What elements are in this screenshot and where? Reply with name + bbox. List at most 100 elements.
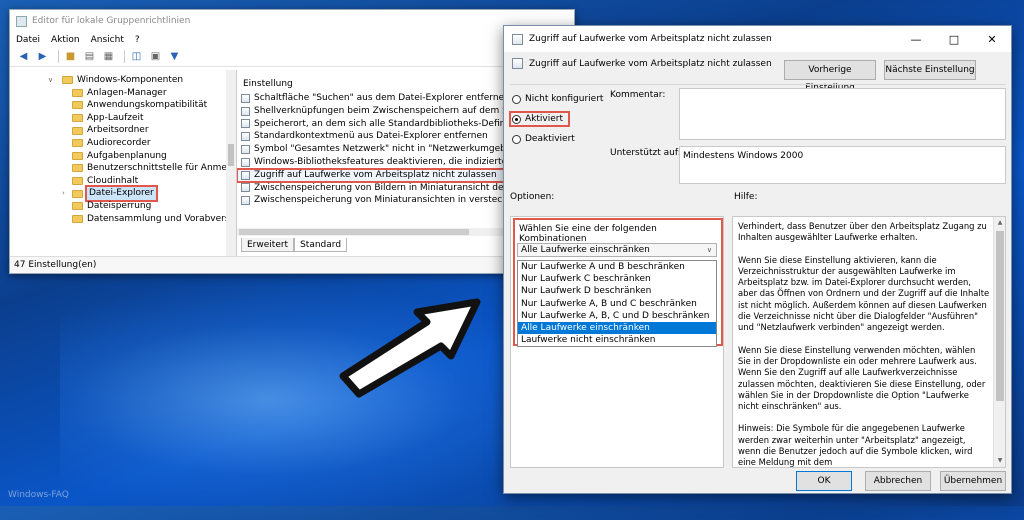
filter-icon[interactable]: ▼ bbox=[167, 50, 182, 64]
drive-restriction-group: Wählen Sie eine der folgenden Kombinatio… bbox=[513, 218, 723, 348]
menu-datei[interactable]: Datei bbox=[16, 35, 40, 45]
next-setting-button[interactable]: Nächste Einstellung bbox=[884, 60, 976, 80]
pointer-arrow-graphic bbox=[339, 298, 481, 398]
show-hide-tree-icon[interactable]: ▤ bbox=[82, 50, 97, 64]
tree-item-label: Benutzerschnittstelle für Anmeldeinforma… bbox=[87, 163, 236, 174]
policy-setting-icon bbox=[241, 132, 250, 142]
drive-restriction-select[interactable]: Alle Laufwerke einschränken ∨ bbox=[517, 243, 717, 257]
chevron-down-icon: ∨ bbox=[706, 246, 712, 254]
export-list-icon[interactable]: ▦ bbox=[101, 50, 116, 64]
dropdown-option[interactable]: Nur Laufwerk D beschränken bbox=[518, 285, 716, 297]
ok-button[interactable]: OK bbox=[796, 471, 852, 491]
dropdown-option[interactable]: Nur Laufwerk C beschränken bbox=[518, 273, 716, 285]
tree-item-label: Anlagen-Manager bbox=[87, 87, 167, 98]
policy-setting-icon bbox=[241, 106, 250, 116]
tree-item-label: Dateisperrung bbox=[87, 200, 152, 211]
comment-textarea[interactable] bbox=[679, 88, 1006, 140]
setting-label: Standardkontextmenü aus Datei-Explorer e… bbox=[254, 131, 488, 142]
properties-icon[interactable]: ▣ bbox=[148, 50, 163, 64]
dialog-titlebar[interactable]: Zugriff auf Laufwerke vom Arbeitsplatz n… bbox=[504, 26, 1011, 52]
tab-standard[interactable]: Standard bbox=[294, 238, 348, 252]
tree-item-label: Windows-Komponenten bbox=[77, 75, 184, 85]
scroll-up-icon[interactable]: ▲ bbox=[994, 217, 1005, 229]
tree-item-label: Arbeitsordner bbox=[87, 125, 149, 136]
tree-item-label: Cloudinhalt bbox=[87, 175, 139, 186]
policy-setting-icon bbox=[241, 93, 250, 103]
scrollbar-thumb[interactable] bbox=[239, 229, 469, 235]
dropdown-option[interactable]: Nur Laufwerke A und B beschränken bbox=[518, 261, 716, 273]
cancel-button[interactable]: Abbrechen bbox=[865, 471, 931, 491]
tree-item-aufgabenplanung[interactable]: Aufgabenplanung bbox=[10, 150, 226, 163]
radio-disabled[interactable]: Deaktiviert bbox=[512, 134, 575, 144]
folder-icon bbox=[62, 76, 73, 85]
menu-aktion[interactable]: Aktion bbox=[51, 35, 80, 45]
policy-setting-icon bbox=[241, 145, 250, 155]
help-text: Verhindert, dass Benutzer über den Arbei… bbox=[738, 221, 990, 467]
radio-enabled[interactable]: Aktiviert bbox=[509, 111, 570, 127]
tree-item-cloudinhalt[interactable]: Cloudinhalt bbox=[10, 175, 226, 188]
list-item-highlighted[interactable]: Zugriff auf Laufwerke vom Arbeitsplatz n… bbox=[237, 167, 506, 183]
desktop-background-glow bbox=[60, 280, 580, 520]
folder-icon bbox=[72, 202, 83, 211]
forward-arrow-icon[interactable]: ▶ bbox=[35, 50, 50, 64]
radio-not-configured[interactable]: Nicht konfiguriert bbox=[512, 94, 603, 104]
previous-setting-button[interactable]: Vorherige Einstellung bbox=[784, 60, 876, 93]
tree-item-dateisperrung[interactable]: Dateisperrung bbox=[10, 200, 226, 213]
radio-circle bbox=[512, 94, 521, 104]
tree-item-audiorecorder[interactable]: Audiorecorder bbox=[10, 137, 226, 150]
help-scrollbar[interactable]: ▲ ▼ bbox=[993, 217, 1005, 467]
chevron-down-icon[interactable]: ∨ bbox=[48, 74, 53, 87]
divider bbox=[510, 84, 1006, 85]
menu-ansicht[interactable]: Ansicht bbox=[91, 35, 124, 45]
tree-item-benutzerschnittstelle[interactable]: Benutzerschnittstelle für Anmeldeinforma… bbox=[10, 162, 236, 175]
maximize-icon[interactable]: □ bbox=[935, 26, 973, 52]
tree-item-arbeitsordner[interactable]: Arbeitsordner bbox=[10, 124, 226, 137]
tree-scrollbar[interactable] bbox=[226, 70, 236, 258]
help-paragraph: Verhindert, dass Benutzer über den Arbei… bbox=[738, 221, 987, 243]
tree-item-app-laufzeit[interactable]: App-Laufzeit bbox=[10, 112, 226, 125]
menu-help[interactable]: ? bbox=[135, 35, 140, 45]
up-folder-icon[interactable]: ■ bbox=[63, 50, 78, 64]
radio-label: Aktiviert bbox=[525, 114, 563, 124]
tree-item-anwendungskompatibilitaet[interactable]: Anwendungskompatibilität bbox=[10, 99, 226, 112]
gpe-titlebar[interactable]: Editor für lokale Gruppenrichtlinien bbox=[10, 10, 574, 32]
scrollbar-thumb[interactable] bbox=[996, 231, 1004, 401]
tree-item-windows-komponenten[interactable]: ∨ Windows-Komponenten bbox=[10, 74, 226, 87]
tab-erweitert[interactable]: Erweitert bbox=[241, 238, 295, 252]
scroll-down-icon[interactable]: ▼ bbox=[994, 455, 1005, 467]
help-panel: Verhindert, dass Benutzer über den Arbei… bbox=[732, 216, 1006, 468]
tree-item-label: App-Laufzeit bbox=[87, 112, 144, 123]
gpe-panes: ∨ Windows-Komponenten Anlagen-Manager An… bbox=[10, 70, 574, 258]
folder-icon bbox=[72, 88, 83, 97]
scrollbar-thumb[interactable] bbox=[228, 144, 234, 166]
back-arrow-icon[interactable]: ◀ bbox=[16, 50, 31, 64]
gpe-title: Editor für lokale Gruppenrichtlinien bbox=[32, 16, 191, 26]
radio-circle bbox=[512, 114, 521, 124]
dropdown-option[interactable]: Nur Laufwerke A, B, C und D beschränken bbox=[518, 310, 716, 322]
policy-heading-text: Zugriff auf Laufwerke vom Arbeitsplatz n… bbox=[529, 58, 772, 69]
policy-setting-icon bbox=[512, 33, 523, 45]
tree-item-label: Datensammlung und Vorabversionen bbox=[87, 213, 236, 224]
close-icon[interactable]: ✕ bbox=[973, 26, 1011, 52]
options-label: Optionen: bbox=[510, 192, 555, 202]
policy-setting-icon bbox=[241, 119, 250, 129]
dropdown-option-selected[interactable]: Alle Laufwerke einschränken bbox=[518, 321, 716, 335]
tree-item-anlagen-manager[interactable]: Anlagen-Manager bbox=[10, 87, 226, 100]
help-icon[interactable]: ◫ bbox=[129, 50, 144, 64]
radio-label: Deaktiviert bbox=[525, 134, 575, 144]
radio-circle bbox=[512, 134, 521, 144]
dropdown-option[interactable]: Nur Laufwerke A, B und C beschränken bbox=[518, 298, 716, 310]
policy-heading: Zugriff auf Laufwerke vom Arbeitsplatz n… bbox=[512, 58, 772, 69]
supported-on-field: Mindestens Windows 2000 bbox=[679, 146, 1006, 184]
gpe-menubar: Datei Aktion Ansicht ? bbox=[10, 32, 574, 47]
dropdown-option[interactable]: Laufwerke nicht einschränken bbox=[518, 334, 716, 346]
tree-item-datei-explorer[interactable]: › Datei-Explorer bbox=[10, 185, 226, 202]
supported-label: Unterstützt auf: bbox=[610, 148, 681, 158]
apply-button[interactable]: Übernehmen bbox=[940, 471, 1006, 491]
group-policy-editor-window: Editor für lokale Gruppenrichtlinien Dat… bbox=[9, 9, 575, 274]
view-tabs: Erweitert Standard bbox=[241, 238, 348, 252]
chevron-right-icon[interactable]: › bbox=[62, 187, 65, 200]
minimize-icon[interactable]: — bbox=[897, 26, 935, 52]
dialog-title: Zugriff auf Laufwerke vom Arbeitsplatz n… bbox=[529, 34, 772, 44]
tree-item-datensammlung[interactable]: Datensammlung und Vorabversionen bbox=[10, 213, 236, 226]
